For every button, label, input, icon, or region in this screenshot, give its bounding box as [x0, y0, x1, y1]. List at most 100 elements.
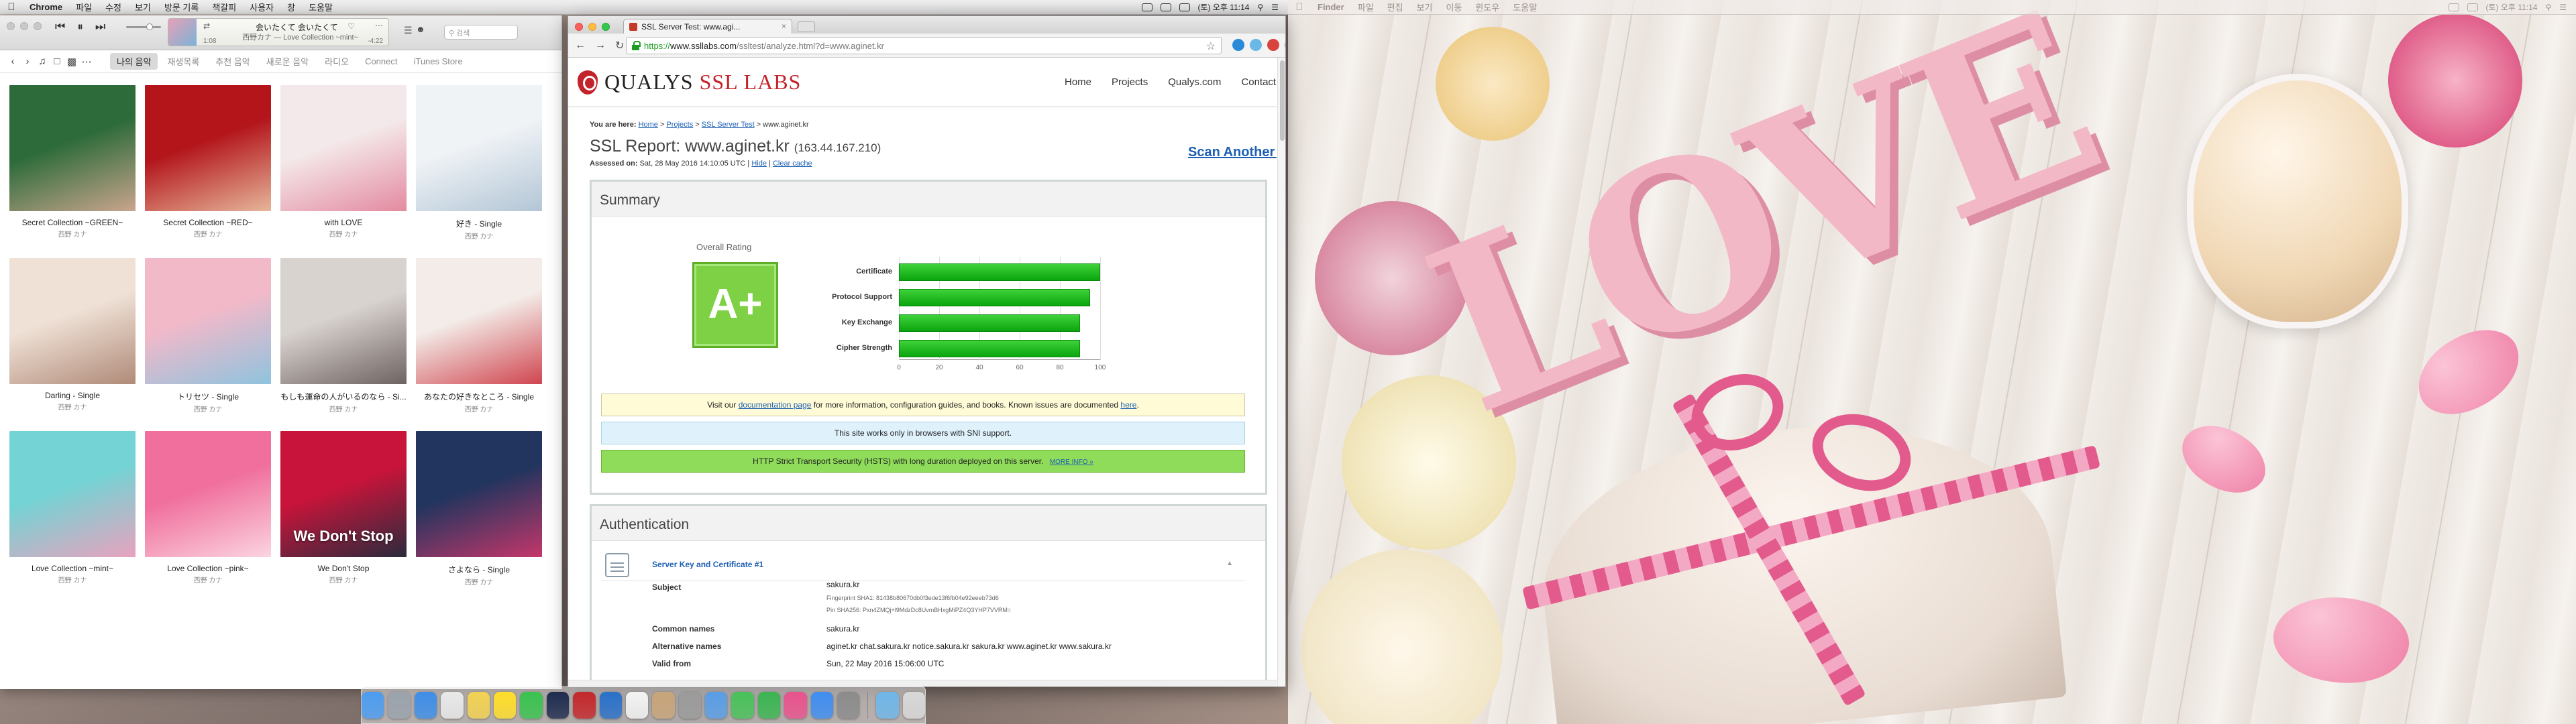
tab-for-you[interactable]: 추천 음악: [209, 53, 256, 70]
zoom-button[interactable]: [602, 23, 610, 31]
album-artist[interactable]: 西野 カナ: [280, 229, 407, 239]
album-artist[interactable]: 西野 カナ: [145, 229, 271, 239]
album-cover[interactable]: [416, 85, 542, 211]
album-artist[interactable]: 西野 カナ: [416, 577, 542, 587]
extension-1-icon[interactable]: [1250, 39, 1262, 51]
pause-icon[interactable]: ⏸: [77, 20, 83, 34]
album-title[interactable]: with LOVE: [280, 218, 407, 227]
love-heart-icon[interactable]: ♡: [347, 21, 355, 31]
album-title[interactable]: Love Collection ~pink~: [145, 564, 271, 573]
tab-my-music[interactable]: 나의 음악: [110, 53, 158, 70]
now-playing-artwork[interactable]: [168, 19, 197, 46]
app-icon[interactable]: [599, 692, 622, 719]
album-title[interactable]: さよなら - Single: [416, 564, 542, 575]
menubar-clock[interactable]: (토) 오후 11:14: [2486, 1, 2538, 13]
minimize-button[interactable]: [588, 23, 596, 31]
album-title[interactable]: Secret Collection ~GREEN~: [9, 218, 136, 227]
volume-knob[interactable]: [146, 23, 153, 30]
album-artist[interactable]: 西野 カナ: [9, 575, 136, 585]
menu-item[interactable]: 도움말: [1506, 1, 1544, 13]
menubar-clock[interactable]: (토) 오후 11:14: [1198, 1, 1250, 13]
downloads-icon[interactable]: [876, 692, 899, 719]
album-cover[interactable]: [9, 431, 136, 557]
album-artist[interactable]: 西野 カナ: [280, 404, 407, 414]
scan-another-link[interactable]: Scan Another »: [1188, 145, 1277, 160]
mail-icon[interactable]: [705, 692, 728, 719]
menu-item[interactable]: 책갈피: [205, 1, 243, 13]
trash-icon[interactable]: [902, 692, 926, 719]
reload-icon[interactable]: ↻: [615, 39, 624, 52]
album-cover[interactable]: [145, 431, 271, 557]
album-cover[interactable]: [416, 431, 542, 557]
album-cover[interactable]: [280, 258, 407, 384]
nav-contact[interactable]: Contact: [1241, 76, 1276, 88]
close-button[interactable]: [575, 23, 583, 31]
account-icon[interactable]: ☻: [416, 24, 425, 34]
album-title[interactable]: もしも運命の人がいるのなら - Si...: [280, 391, 407, 402]
volume-icon[interactable]: [1179, 3, 1190, 11]
facetime-icon[interactable]: [757, 692, 781, 719]
scrollbar-thumb[interactable]: [1280, 60, 1285, 141]
calendar-icon[interactable]: [625, 692, 649, 719]
breadcrumb-home[interactable]: Home: [639, 121, 658, 129]
back-icon[interactable]: ‹: [5, 56, 20, 67]
nav-qualys[interactable]: Qualys.com: [1168, 76, 1221, 88]
album-title[interactable]: あなたの好きなところ - Single: [416, 391, 542, 402]
address-bar[interactable]: https://www.ssllabs.com/ssltest/analyze.…: [626, 37, 1222, 54]
bookmark-star-icon[interactable]: ☆: [1206, 40, 1216, 53]
clear-cache-link[interactable]: Clear cache: [773, 160, 812, 168]
album-artist[interactable]: 西野 カナ: [280, 575, 407, 585]
zoom-button[interactable]: [34, 22, 42, 30]
menu-item[interactable]: 편집: [1381, 1, 1410, 13]
contacts-icon[interactable]: [652, 692, 675, 719]
album-cover[interactable]: [9, 258, 136, 384]
movie-icon[interactable]: □: [50, 56, 64, 67]
vertical-scrollbar[interactable]: [1277, 58, 1285, 686]
album-item[interactable]: Darling - Single 西野 カナ: [9, 258, 136, 414]
album-title[interactable]: We Don't Stop: [280, 564, 407, 573]
finder-icon[interactable]: [361, 692, 384, 719]
tab-radio[interactable]: 라디오: [318, 53, 356, 70]
album-item[interactable]: Love Collection ~pink~ 西野 カナ: [145, 431, 271, 587]
notification-center-icon[interactable]: ☰: [1271, 3, 1279, 12]
more-info-link[interactable]: MORE INFO »: [1050, 459, 1093, 466]
menu-item[interactable]: 파일: [69, 1, 99, 13]
qualys-logo[interactable]: QUALYS SSL LABS: [578, 70, 801, 95]
browser-tab[interactable]: SSL Server Test: www.agi... ×: [623, 19, 792, 34]
album-item[interactable]: トリセツ - Single 西野 カナ: [145, 258, 271, 414]
wifi-icon[interactable]: [1160, 3, 1171, 11]
menu-item[interactable]: 파일: [1351, 1, 1381, 13]
breadcrumb-ssl-test[interactable]: SSL Server Test: [702, 121, 755, 129]
previous-track-icon[interactable]: ⏮: [55, 20, 65, 34]
menu-item[interactable]: 이동: [1440, 1, 1469, 13]
itunes-icon[interactable]: [784, 692, 807, 719]
album-artist[interactable]: 西野 カナ: [145, 404, 271, 414]
close-tab-icon[interactable]: ×: [782, 21, 786, 31]
extension-2-icon[interactable]: [1267, 39, 1279, 51]
tab-connect[interactable]: Connect: [358, 54, 404, 68]
tab-new[interactable]: 새로운 음악: [260, 53, 315, 70]
search-input[interactable]: ⚲ 검색: [444, 25, 518, 40]
safari-icon[interactable]: [414, 692, 437, 719]
close-button[interactable]: [7, 22, 15, 30]
battery-icon[interactable]: [2448, 3, 2459, 11]
preferences-icon[interactable]: [837, 692, 860, 719]
back-icon[interactable]: ←: [575, 40, 586, 52]
album-item[interactable]: Secret Collection ~GREEN~ 西野 カナ: [9, 85, 136, 241]
known-issues-link[interactable]: here: [1120, 400, 1136, 410]
launchpad-icon[interactable]: [388, 692, 411, 719]
album-cover[interactable]: [280, 85, 407, 211]
documentation-link[interactable]: documentation page: [739, 400, 812, 410]
forward-icon[interactable]: →: [595, 40, 606, 52]
filezilla-icon[interactable]: [573, 692, 596, 719]
album-item[interactable]: さよなら - Single 西野 カナ: [416, 431, 542, 587]
album-cover[interactable]: [145, 258, 271, 384]
menu-item[interactable]: 수정: [99, 1, 128, 13]
forward-icon[interactable]: ›: [20, 56, 35, 67]
nav-home[interactable]: Home: [1065, 76, 1091, 88]
menu-item[interactable]: 보기: [1410, 1, 1440, 13]
spotlight-icon[interactable]: ⚲: [2545, 3, 2551, 12]
line-icon[interactable]: [520, 692, 543, 719]
shuffle-icon[interactable]: ⇄: [203, 21, 210, 31]
album-item[interactable]: Secret Collection ~RED~ 西野 カナ: [145, 85, 271, 241]
